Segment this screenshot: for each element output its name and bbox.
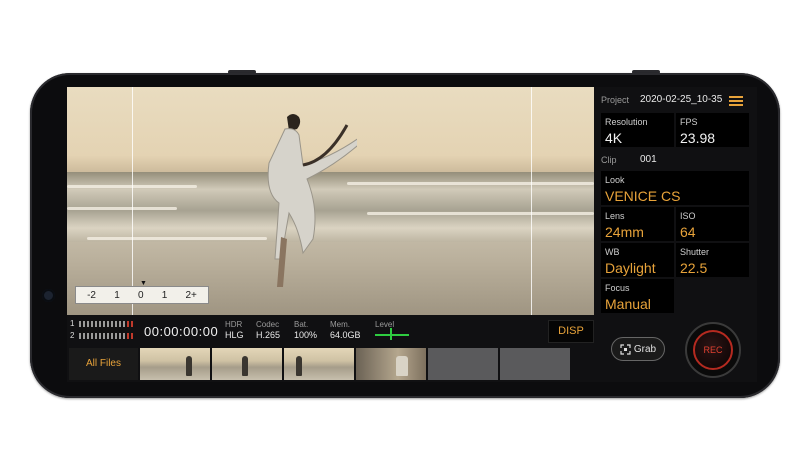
hdr-status: HDR HLG xyxy=(225,320,244,340)
resolution-setting[interactable]: Resolution 4K xyxy=(601,113,674,147)
wave xyxy=(347,182,594,185)
audio-channel-2-label: 2 xyxy=(70,331,75,340)
scale-tick: -2 xyxy=(87,289,96,301)
scale-tick: 1 xyxy=(114,289,120,301)
clip-number: 001 xyxy=(640,154,657,165)
horizon-level-indicator xyxy=(375,334,409,336)
battery-status: Bat. 100% xyxy=(294,320,318,340)
audio-channel-1-label: 1 xyxy=(70,319,75,328)
camera-app-screen: ▼ -2 1 0 1 2+ 1 2 00:00:00:00 HDR HLG Co… xyxy=(67,87,757,382)
grab-button[interactable]: Grab xyxy=(611,337,665,361)
all-files-button[interactable]: All Files xyxy=(69,348,138,380)
grab-icon xyxy=(620,343,631,355)
focus-setting[interactable]: Focus Manual xyxy=(601,279,674,313)
project-label: Project xyxy=(601,95,630,105)
clip-label: Clip xyxy=(601,155,617,165)
wave xyxy=(67,207,177,210)
settings-panel: Project 2020-02-25_10-35 Resolution 4K F… xyxy=(597,87,757,382)
menu-icon[interactable] xyxy=(729,96,743,106)
clip-thumbnail[interactable] xyxy=(284,348,354,380)
wave xyxy=(367,212,594,215)
grab-label: Grab xyxy=(633,343,657,355)
empty-thumbnail-slot xyxy=(428,348,498,380)
codec-status: Codec H.265 xyxy=(256,320,281,340)
clip-thumbnail[interactable] xyxy=(356,348,426,380)
project-name: 2020-02-25_10-35 xyxy=(640,94,723,105)
white-balance-setting[interactable]: WB Daylight xyxy=(601,243,674,277)
memory-status: Mem. 64.0GB xyxy=(330,320,361,340)
horizon-level-tick xyxy=(390,328,392,340)
viewfinder[interactable]: ▼ -2 1 0 1 2+ xyxy=(67,87,594,315)
audio-meter-1 xyxy=(79,321,135,327)
scale-tick: 2+ xyxy=(185,289,197,301)
woman-figure xyxy=(267,114,357,287)
disp-button[interactable]: DISP xyxy=(548,320,594,343)
thumbnail-strip: All Files xyxy=(67,348,594,380)
grid-line-right xyxy=(531,87,532,315)
lens-setting[interactable]: Lens 24mm xyxy=(601,207,674,241)
iso-setting[interactable]: ISO 64 xyxy=(676,207,749,241)
fps-setting[interactable]: FPS 23.98 xyxy=(676,113,749,147)
exposure-level-scale: -2 1 0 1 2+ xyxy=(75,286,209,304)
rec-label: REC xyxy=(703,345,723,355)
grid-line-left xyxy=(132,87,133,315)
status-bar: 1 2 00:00:00:00 HDR HLG Codec H.265 Bat.… xyxy=(67,317,594,345)
rec-button-icon: REC xyxy=(693,330,733,370)
audio-meter-2 xyxy=(79,333,135,339)
clip-thumbnail[interactable] xyxy=(140,348,210,380)
look-setting[interactable]: Look VENICE CS xyxy=(601,171,749,205)
clip-thumbnail[interactable] xyxy=(212,348,282,380)
scale-tick: 0 xyxy=(137,289,144,301)
scale-tick: 1 xyxy=(161,289,168,301)
empty-thumbnail-slot xyxy=(500,348,570,380)
rec-button[interactable]: REC xyxy=(685,322,741,378)
shutter-setting[interactable]: Shutter 22.5 xyxy=(676,243,749,277)
timecode: 00:00:00:00 xyxy=(144,324,219,339)
front-camera-icon xyxy=(42,289,55,302)
